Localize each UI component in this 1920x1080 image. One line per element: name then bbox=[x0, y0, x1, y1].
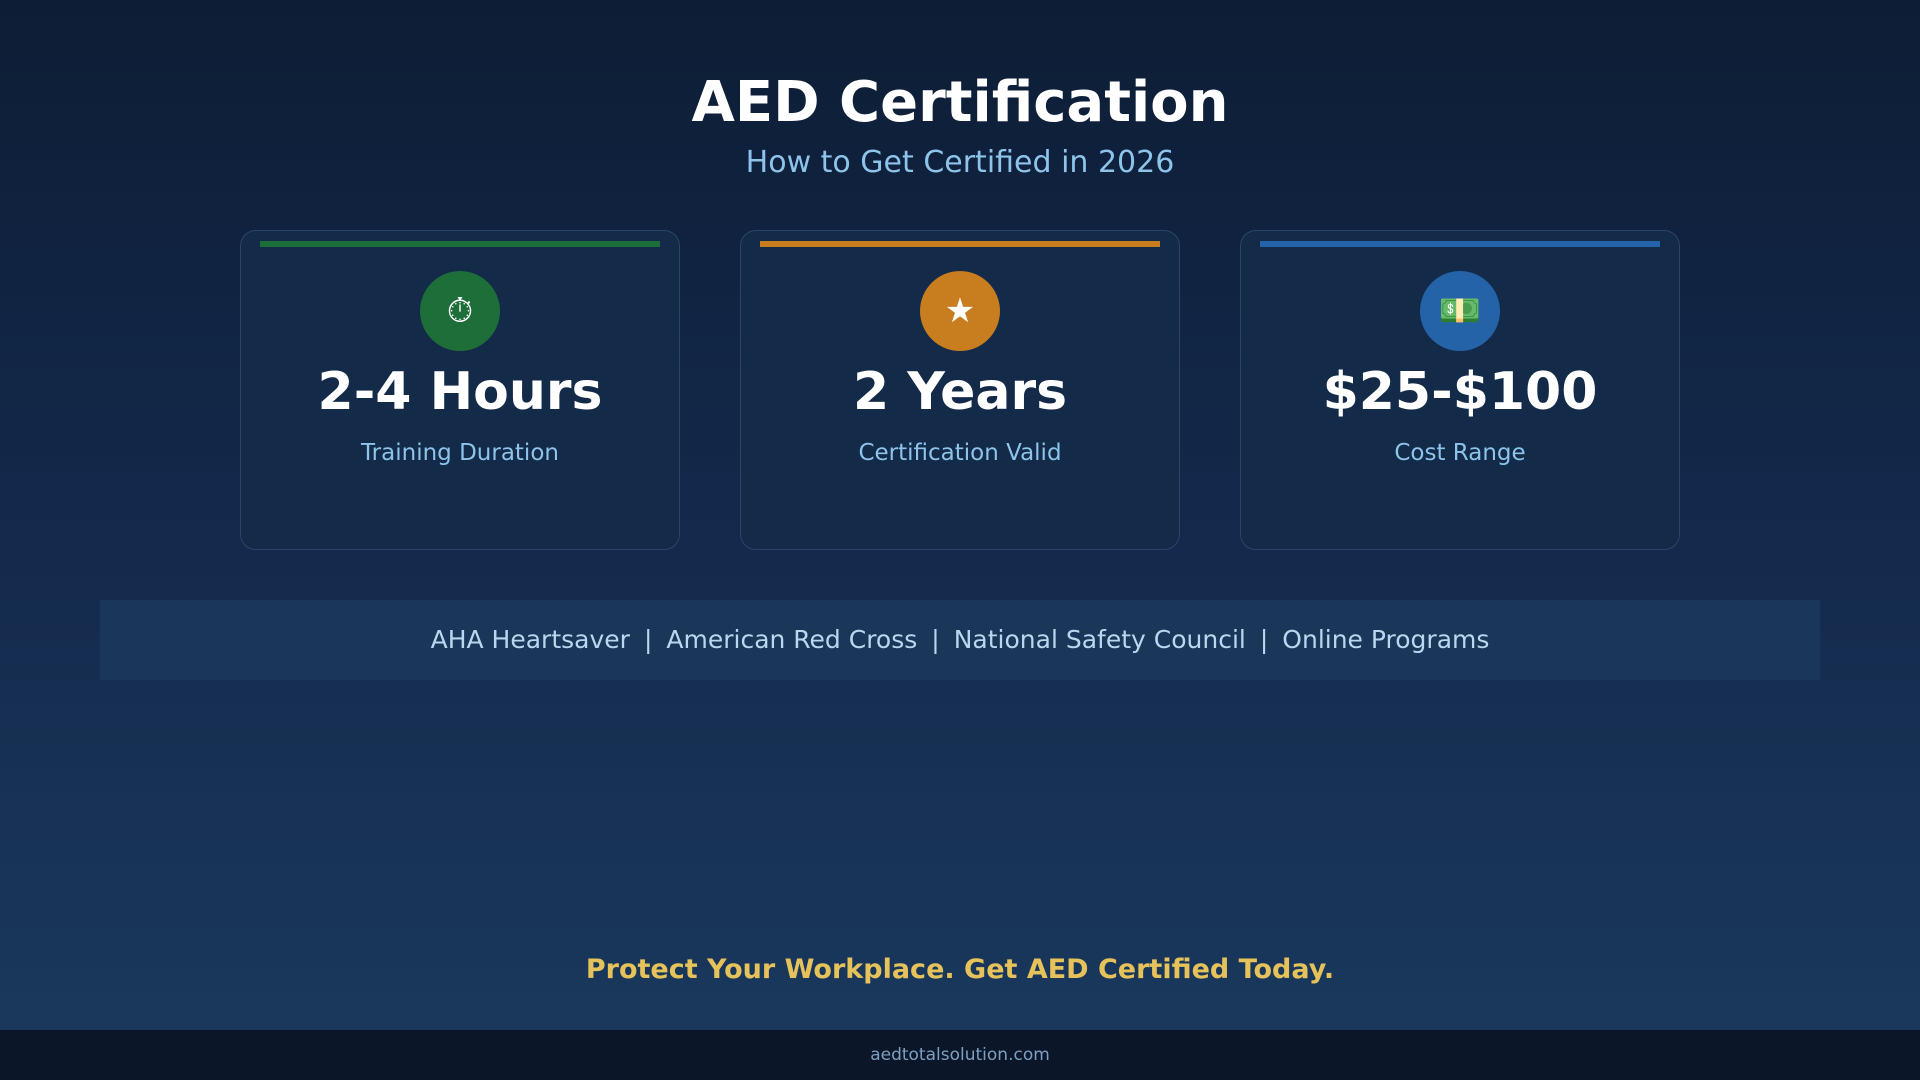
stat-card-cost: 💵 $25-$100 Cost Range bbox=[1240, 230, 1680, 550]
star-icon: ★ bbox=[920, 271, 1000, 351]
money-icon: 💵 bbox=[1420, 271, 1500, 351]
stat-value: 2-4 Hours bbox=[317, 362, 603, 422]
separator: | bbox=[643, 625, 653, 654]
stat-value: 2 Years bbox=[852, 362, 1068, 422]
footer: aedtotalsolution.com bbox=[0, 1030, 1920, 1080]
stat-label: Training Duration bbox=[361, 440, 559, 466]
call-to-action: Protect Your Workplace. Get AED Certifie… bbox=[585, 954, 1335, 985]
provider-nsc: National Safety Council bbox=[953, 625, 1246, 654]
provider-aha: AHA Heartsaver bbox=[430, 625, 630, 654]
card-accent-bar bbox=[1260, 241, 1660, 247]
stat-label: Cost Range bbox=[1394, 440, 1526, 466]
clock-icon: ⏱ bbox=[420, 271, 500, 351]
card-accent-bar bbox=[260, 241, 660, 247]
providers-banner: AHA Heartsaver | American Red Cross | Nation… bbox=[100, 600, 1820, 680]
page-subtitle: How to Get Certified in 2026 bbox=[745, 145, 1175, 180]
card-accent-bar bbox=[760, 241, 1160, 247]
separator: | bbox=[931, 625, 940, 654]
stat-value: $25-$100 bbox=[1322, 362, 1598, 422]
stat-card-validity: ★ 2 Years Certification Valid bbox=[740, 230, 1180, 550]
stat-card-duration: ⏱ 2-4 Hours Training Duration bbox=[240, 230, 680, 550]
provider-red-cross: American Red Cross bbox=[666, 625, 918, 654]
separator: | bbox=[1259, 625, 1269, 654]
page-title: AED Certification bbox=[691, 70, 1229, 135]
provider-online: Online Programs bbox=[1282, 625, 1490, 654]
stat-label: Certification Valid bbox=[858, 440, 1062, 466]
footer-website-link[interactable]: aedtotalsolution.com bbox=[870, 1045, 1050, 1065]
